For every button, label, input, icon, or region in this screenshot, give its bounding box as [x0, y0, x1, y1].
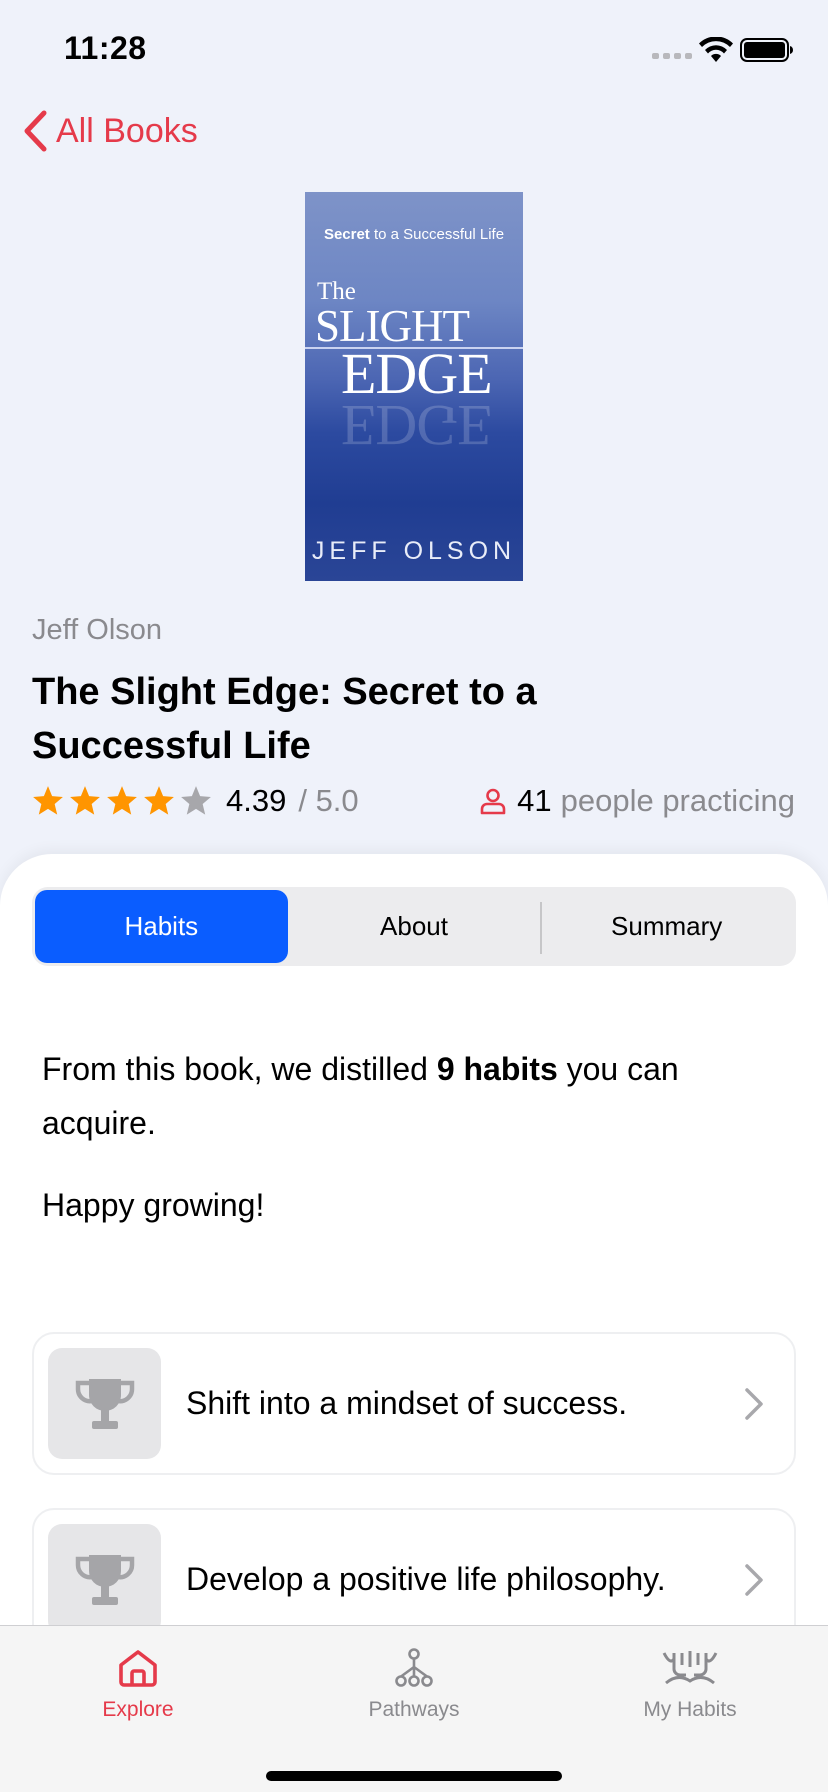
cover-title-reflection: EDGE [341, 393, 492, 458]
segmented-control: Habits About Summary [32, 887, 796, 966]
trophy-icon [75, 1554, 134, 1605]
tab-bar-my-habits[interactable]: My Habits [552, 1626, 828, 1736]
habit-thumbnail [48, 1524, 161, 1635]
habits-icon [662, 1651, 718, 1685]
rating-max: / 5.0 [298, 783, 359, 818]
person-icon [480, 788, 506, 815]
battery-icon [740, 38, 793, 62]
status-bar: 11:28 [0, 0, 828, 100]
tab-habits[interactable]: Habits [35, 890, 288, 963]
chevron-right-icon [745, 1388, 763, 1420]
rating-value: 4.39 [226, 783, 287, 818]
book-title: The Slight Edge: Secret to a Successful … [32, 671, 537, 767]
star-filled-icon [33, 786, 63, 815]
home-indicator[interactable] [266, 1771, 562, 1781]
habit-card[interactable]: Shift into a mindset of success. [32, 1332, 796, 1475]
tab-bar-pathways[interactable]: Pathways [276, 1626, 552, 1736]
cover-author: JEFF OLSON [311, 537, 517, 565]
tab-bar-label: My Habits [643, 1698, 737, 1721]
book-cover: Secret to a Successful Life The SLIGHT E… [305, 192, 523, 581]
tab-about[interactable]: About [288, 890, 541, 963]
segment-divider [540, 902, 542, 954]
tab-bar-explore[interactable]: Explore [0, 1626, 276, 1736]
tab-bar-label: Explore [102, 1698, 174, 1721]
habits-intro: From this book, we distilled 9 habits yo… [42, 1051, 679, 1141]
tab-bar: Explore Pathways My Habits [0, 1625, 828, 1792]
pathways-icon [395, 1648, 433, 1687]
cellular-signal-icon [652, 53, 692, 59]
tab-bar-label: Pathways [368, 1698, 460, 1721]
habits-count: 9 habits [436, 1051, 558, 1087]
practicing-label: people practicing [560, 783, 795, 818]
practicing-count-badge: 41 people practicing [479, 783, 795, 819]
habit-thumbnail [48, 1348, 161, 1459]
rating-stars [30, 784, 214, 818]
wifi-icon [699, 37, 733, 62]
book-author: Jeff Olson [32, 614, 163, 646]
greeting-text: Happy growing! [42, 1187, 265, 1223]
star-filled-icon [70, 786, 100, 815]
habit-label: Shift into a mindset of success. [186, 1385, 628, 1421]
practicing-count: 41 [517, 783, 552, 818]
chevron-left-icon [24, 110, 47, 152]
back-button[interactable]: All Books [22, 108, 198, 154]
star-empty-icon [181, 786, 211, 815]
star-filled-icon [107, 786, 137, 815]
tab-summary[interactable]: Summary [540, 890, 793, 963]
cover-tagline: Secret to a Successful Life [323, 226, 505, 243]
trophy-icon [75, 1378, 134, 1429]
chevron-right-icon [745, 1564, 763, 1596]
status-time: 11:28 [64, 30, 147, 66]
star-filled-icon [144, 786, 174, 815]
back-label: All Books [56, 111, 198, 150]
home-icon [119, 1650, 157, 1687]
rating: 4.39 / 5.0 [30, 783, 359, 819]
